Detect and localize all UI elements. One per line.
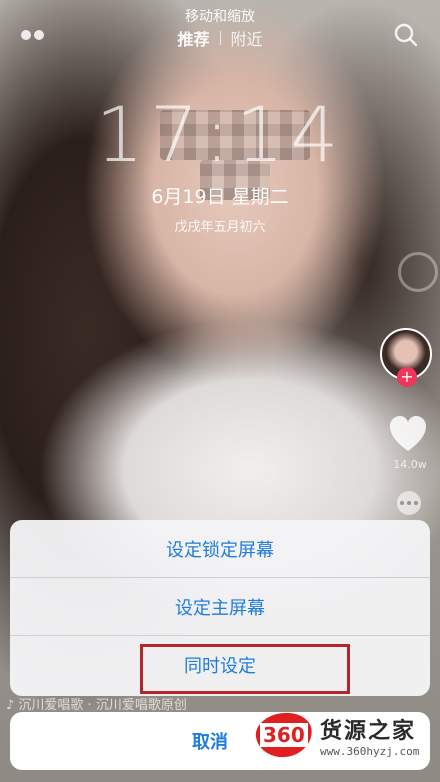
watermark: 360 货源之家 www.360hyzj.com <box>253 709 436 761</box>
follow-plus-icon[interactable]: + <box>397 367 417 387</box>
watermark-badge-text: 360 <box>260 723 308 747</box>
lockscreen-date: 6月19日 星期二 <box>151 186 289 208</box>
set-home-screen-button[interactable]: 设定主屏幕 <box>10 578 430 636</box>
watermark-text: 货源之家 www.360hyzj.com <box>320 713 419 758</box>
lockscreen-lunar-date: 戊戌年五月初六 <box>174 220 266 235</box>
heart-icon[interactable] <box>388 415 428 453</box>
wallpaper-action-sheet: 设定锁定屏幕 设定主屏幕 同时设定 <box>10 520 430 696</box>
feed-tabs: 推荐 附近 <box>0 26 440 50</box>
lockscreen-clock: 17:14 <box>95 90 345 179</box>
more-dots-icon[interactable] <box>392 490 426 516</box>
watermark-logo: 360 <box>253 709 315 761</box>
side-ring-icon <box>398 252 438 292</box>
cancel-button-label: 取消 <box>192 732 228 753</box>
tab-divider <box>219 31 221 45</box>
tab-nearby[interactable]: 附近 <box>231 26 263 50</box>
set-lock-screen-button[interactable]: 设定锁定屏幕 <box>10 520 430 578</box>
watermark-name: 货源之家 <box>320 718 417 744</box>
move-and-scale-hint: 移动和缩放 <box>185 9 255 25</box>
watermark-url: www.360hyzj.com <box>320 744 420 758</box>
search-icon[interactable] <box>393 22 419 48</box>
set-both-button[interactable]: 同时设定 <box>10 636 430 694</box>
tab-recommend[interactable]: 推荐 <box>177 26 209 50</box>
like-count: 14.0w <box>393 458 427 471</box>
